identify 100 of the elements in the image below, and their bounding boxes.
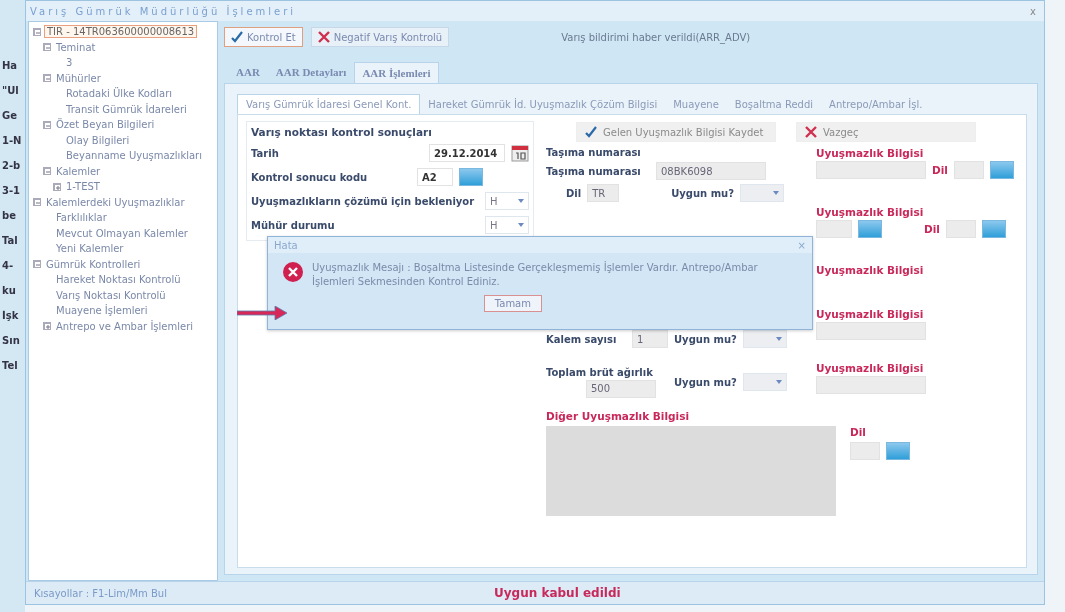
lookup-button[interactable] — [459, 168, 483, 186]
background-text: "Ul — [2, 85, 20, 96]
tab[interactable]: Varış Gümrük İdaresi Genel Kont. — [237, 94, 421, 114]
dialog-title: Hata — [274, 239, 298, 251]
tree-item[interactable]: Farklılıklar — [54, 212, 109, 224]
tab[interactable]: Boşaltma Reddi — [726, 95, 822, 114]
tree-item[interactable]: Antrepo ve Ambar İşlemleri — [54, 320, 196, 332]
close-button[interactable]: x — [1030, 5, 1036, 17]
lookup-button[interactable] — [981, 220, 1006, 238]
section-heading: Uyuşmazlık Bilgisi — [816, 147, 925, 159]
collapse-icon[interactable] — [43, 74, 51, 83]
background-text: Ge — [2, 110, 18, 121]
section-heading: Taşıma numarası — [546, 147, 642, 158]
background-text: Tel — [2, 360, 19, 371]
text-area[interactable] — [546, 426, 836, 516]
tab[interactable]: Hareket Gümrük İd. Uyuşmazlık Çözüm Bilgisi — [420, 95, 666, 114]
tab[interactable]: AAR — [228, 61, 268, 83]
status-message: Uygun kabul edildi — [494, 586, 621, 600]
expand-icon[interactable] — [53, 182, 61, 191]
caret-icon — [518, 199, 524, 203]
field-label: Dil — [566, 187, 582, 199]
collapse-icon[interactable] — [43, 120, 51, 129]
input-field[interactable] — [850, 442, 880, 460]
tab[interactable]: AAR Detayları — [267, 61, 355, 83]
collapse-icon[interactable] — [33, 198, 41, 207]
field-label: Kalem sayısı — [546, 333, 618, 345]
background-text: Ha — [2, 60, 19, 71]
tree-item[interactable]: Beyanname Uyuşmazlıkları — [64, 150, 204, 162]
section-heading: Uyuşmazlık Bilgisi — [816, 362, 925, 374]
toolbar-button[interactable]: Negatif Varış Kontrolü — [310, 27, 450, 47]
input-field[interactable] — [816, 220, 852, 238]
collapse-icon[interactable] — [33, 260, 41, 269]
tree-item[interactable]: Varış Noktası Kontrolü — [54, 289, 168, 301]
calendar-icon[interactable] — [511, 144, 529, 162]
tree-item[interactable]: Mevcut Olmayan Kalemler — [54, 227, 190, 239]
tree-item[interactable]: TIR - 14TR063600000008613 — [44, 25, 198, 39]
field-label: Dil — [932, 164, 948, 176]
caret-icon — [773, 191, 779, 195]
collapse-icon[interactable] — [43, 167, 51, 176]
tree-item[interactable]: Kalemler — [54, 165, 103, 177]
field-label: Uygun mu? — [674, 333, 737, 345]
close-icon — [805, 126, 817, 138]
tree-item[interactable]: Gümrük Kontrolleri — [44, 258, 143, 270]
lookup-button[interactable] — [989, 161, 1014, 179]
dropdown[interactable] — [742, 330, 787, 348]
tree-item[interactable]: Teminat — [54, 41, 98, 53]
tab[interactable]: Muayene — [665, 95, 727, 114]
toolbar-button[interactable]: Kontrol Et — [224, 27, 303, 47]
lookup-button[interactable] — [886, 442, 910, 460]
section-heading: Varış noktası kontrol sonuçları — [251, 126, 433, 138]
ok-button[interactable]: Tamam — [483, 295, 542, 312]
caret-icon — [518, 223, 524, 227]
tree-item[interactable]: Rotadaki Ülke Kodları — [64, 88, 175, 100]
input-field[interactable] — [816, 322, 926, 340]
tab[interactable]: Antrepo/Ambar İşl. — [821, 95, 931, 114]
dropdown[interactable] — [740, 184, 784, 202]
input-field[interactable] — [816, 376, 926, 394]
dropdown[interactable]: H — [485, 192, 529, 210]
tree-item[interactable]: 1-TEST — [64, 181, 102, 193]
close-button[interactable]: × — [797, 239, 806, 251]
field-label: Taşıma numarası — [546, 165, 642, 177]
check-icon — [585, 126, 597, 138]
input-field[interactable]: 1 — [632, 330, 668, 348]
expand-icon[interactable] — [43, 322, 51, 331]
close-icon — [317, 31, 330, 43]
tree-item[interactable]: Özet Beyan Bilgileri — [54, 119, 157, 131]
input-field[interactable]: 29.12.2014 — [429, 144, 505, 162]
tree-item[interactable]: Hareket Noktası Kontrolü — [54, 274, 183, 286]
caret-icon — [775, 380, 782, 384]
background-text: 3-1 — [2, 185, 22, 196]
tree-item[interactable]: Yeni Kalemler — [54, 243, 126, 255]
tree-item[interactable]: Olay Bilgileri — [64, 134, 132, 146]
section-heading: Diğer Uyuşmazlık Bilgisi — [546, 410, 691, 422]
tree-item[interactable]: Muayene İşlemleri — [54, 305, 150, 317]
tree-item[interactable]: Transit Gümrük İdareleri — [64, 103, 189, 115]
input-field[interactable]: A2 — [417, 168, 453, 186]
field-label: Uygun mu? — [671, 187, 734, 199]
input-field[interactable]: 500 — [586, 379, 656, 398]
section-heading: Uyuşmazlık Bilgisi — [816, 264, 924, 276]
dropdown[interactable]: H — [485, 216, 529, 234]
background-text: 1-N — [2, 135, 23, 146]
collapse-icon[interactable] — [43, 43, 51, 52]
tree-item[interactable]: 3 — [64, 57, 75, 69]
lookup-button[interactable] — [858, 220, 882, 238]
input-field[interactable]: 08BK6098 — [656, 162, 766, 180]
collapse-icon[interactable] — [33, 27, 41, 36]
tree-item[interactable]: Mühürler — [54, 72, 103, 84]
field-label: Uygun mu? — [674, 376, 737, 388]
input-field[interactable]: TR — [587, 184, 620, 202]
dropdown[interactable] — [742, 373, 787, 391]
tab[interactable]: AAR İşlemleri — [354, 62, 439, 83]
error-icon — [282, 261, 304, 283]
check-icon — [231, 31, 243, 43]
input-field[interactable] — [953, 161, 984, 179]
tree-item[interactable]: Kalemlerdeki Uyuşmazlıklar — [44, 196, 187, 208]
section-heading: Uyuşmazlık Bilgisi — [816, 206, 925, 218]
field-label: Mühür durumu — [251, 219, 336, 231]
input-field[interactable] — [945, 220, 976, 238]
input-field[interactable] — [816, 161, 926, 179]
caret-icon — [775, 337, 782, 341]
